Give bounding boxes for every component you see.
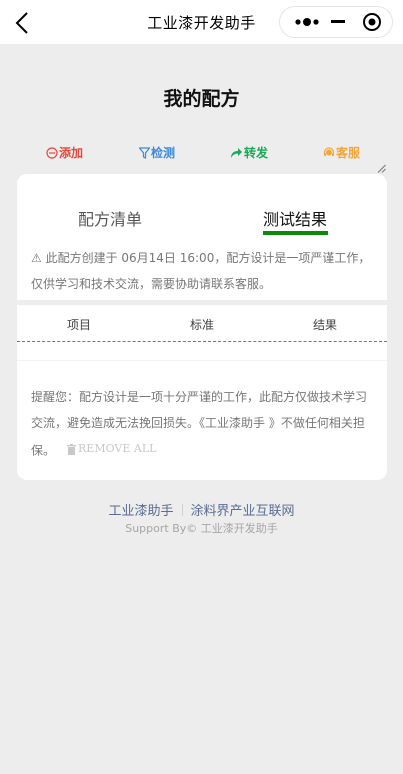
- headset-icon: [323, 146, 335, 156]
- footer-separator: [181, 504, 183, 516]
- service-label: 客服: [336, 146, 361, 160]
- tab-recipe-list[interactable]: 配方清单: [78, 206, 142, 230]
- active-tab-indicator: [263, 231, 328, 235]
- navigation-bar: 工业漆开发助手: [0, 0, 403, 44]
- add-label: 添加: [59, 146, 84, 160]
- column-header-result: 结果: [313, 318, 338, 332]
- disclaimer: 提醒您：配方设计是一项十分严谨的工作，此配方仅做技术学习交流，避免造成无法挽回损…: [31, 384, 376, 464]
- result-table-header: 项目 标准 结果: [17, 305, 387, 341]
- column-header-standard: 标准: [190, 318, 215, 332]
- footer-link-tuliaojie[interactable]: 涂料界产业互联网: [191, 500, 295, 519]
- share-button[interactable]: 转发: [230, 144, 268, 161]
- dashed-divider: [17, 341, 387, 342]
- column-header-item: 项目: [67, 318, 92, 332]
- mini-program-capsule: [279, 6, 393, 38]
- footer-link-gongyeqi[interactable]: 工业漆助手: [108, 500, 173, 519]
- support-text: Support By© 工业漆开发助手: [125, 522, 278, 535]
- share-arrow-icon: [231, 147, 242, 158]
- share-label: 转发: [244, 146, 269, 160]
- trash-icon: [67, 443, 77, 455]
- recipe-card: 配方清单 测试结果 ⚠ 此配方创建于 06月14日 16:00，配方设计是一项严…: [17, 174, 387, 480]
- footer-links: 工业漆助手 涂料界产业互联网: [0, 500, 403, 519]
- page-title: 我的配方: [163, 88, 240, 110]
- close-target-icon[interactable]: [362, 12, 382, 32]
- minimize-icon[interactable]: [327, 7, 349, 37]
- remove-all-label: REMOVE ALL: [78, 442, 157, 455]
- customer-service-button[interactable]: 客服: [323, 144, 360, 161]
- action-bar: 添加 检测 转发 客服: [0, 144, 403, 162]
- filter-icon: [139, 146, 150, 159]
- detect-label: 检测: [151, 146, 176, 160]
- add-button[interactable]: 添加: [46, 144, 83, 161]
- table-bottom-divider: [17, 360, 387, 361]
- resize-handle-icon[interactable]: [377, 158, 386, 173]
- tab-test-result[interactable]: 测试结果: [263, 206, 327, 230]
- recipe-notice: ⚠ 此配方创建于 06月14日 16:00，配方设计是一项严谨工作，仅供学习和技…: [31, 251, 371, 291]
- detect-button[interactable]: 检测: [139, 144, 175, 161]
- remove-all-button[interactable]: REMOVE ALL: [67, 436, 156, 462]
- minus-circle-icon: [46, 146, 58, 159]
- more-dots-icon[interactable]: [288, 7, 328, 37]
